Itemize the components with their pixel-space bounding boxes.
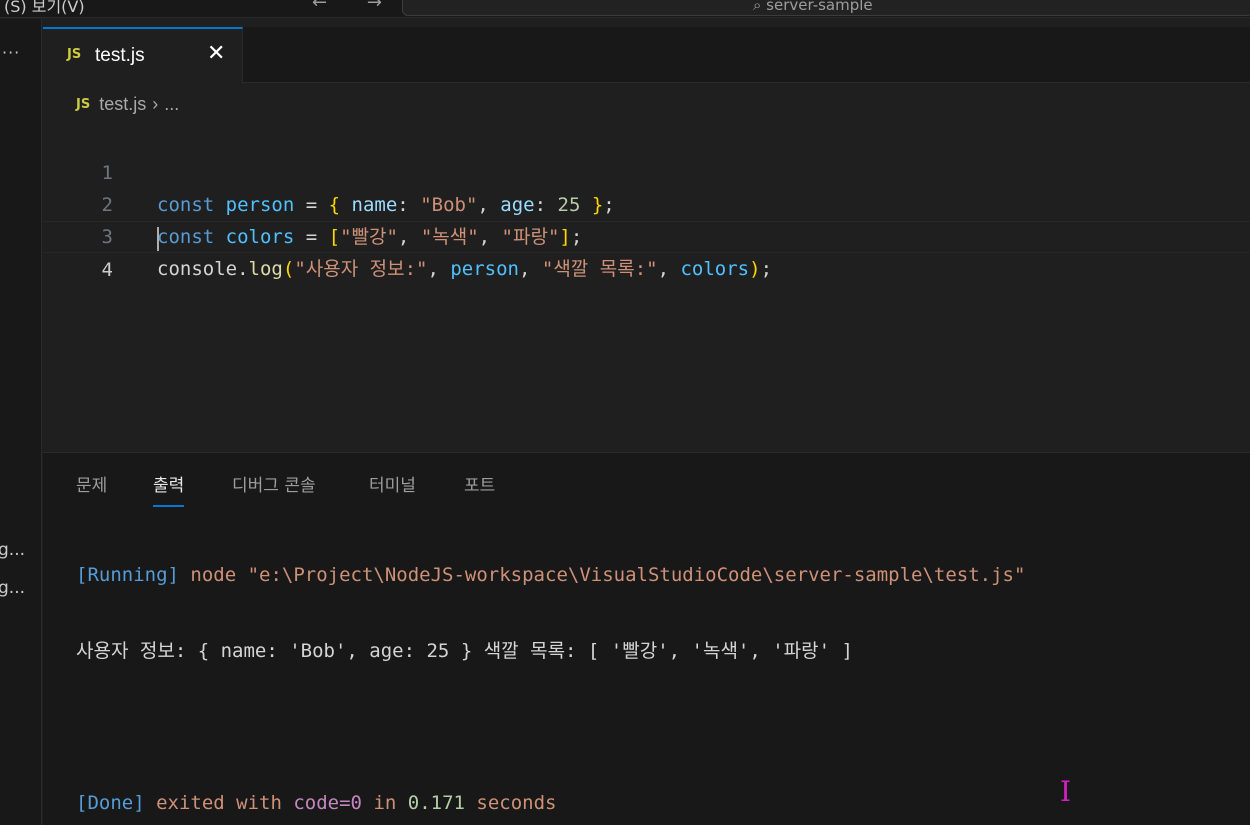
identifier: person [450,258,519,280]
code-editor[interactable]: 1 const person = { name: "Bob", age: 25 … [43,125,1250,281]
tab-ports[interactable]: 포트 [464,471,495,496]
punctuation: , [519,258,542,280]
output-blank-line [76,711,1025,743]
code-line: 1 const person = { name: "Bob", age: 25 … [43,125,1250,216]
output-log[interactable]: [Running] node "e:\Project\NodeJS-worksp… [76,515,1025,825]
tab-terminal[interactable]: 터미널 [369,471,416,496]
code-line-current: 4 [43,221,1250,281]
line-number: 4 [101,259,113,281]
exit-code: code=0 [293,792,362,814]
menu-bar-partial[interactable]: (S) 보기(V) [4,0,85,17]
tab-label: test.js [95,45,145,66]
code-line: 2 const colors = ["빨강", "녹색", "파랑"]; [43,157,1250,248]
text-cursor-icon: I [1060,775,1072,808]
running-command: node "e:\Project\NodeJS-workspace\Visual… [178,564,1026,586]
done-text: exited with [144,792,294,814]
breadcrumb: JS test.js ›... [76,94,179,118]
elapsed-time: 0.171 [407,792,465,814]
tab-output[interactable]: 출력 [153,471,185,507]
done-text: seconds [464,792,557,814]
string: "사용자 정보:" [294,258,428,280]
breadcrumb-symbols[interactable]: ... [164,94,179,114]
javascript-file-icon: JS [76,97,91,112]
done-tag: [Done] [76,792,145,814]
code-text: console.log("사용자 정보:", person, "색깔 목록:",… [157,253,772,285]
editor-tab-bar: JS test.js ✕ [43,27,1250,84]
navigation-arrows: ← → [312,0,416,13]
done-text: in [362,792,408,814]
punctuation: ; [760,258,773,280]
title-bar: (S) 보기(V) ← → ⌕ server-sample [0,0,1250,18]
explorer-sidebar: ··· g... g... [0,19,42,825]
output-line: [Running] node "e:\Project\NodeJS-worksp… [76,559,1025,591]
breadcrumb-file[interactable]: test.js [99,94,146,114]
bottom-panel: 문제 출력 디버그 콘솔 터미널 포트 [Running] node "e:\P… [43,452,1250,825]
javascript-file-icon: JS [67,47,82,62]
command-center[interactable]: ⌕ server-sample [402,0,1250,16]
identifier: console [157,258,238,280]
sidebar-item[interactable]: g... [0,578,25,598]
code-line: 3 console.log("사용자 정보:", person, "색깔 목록:… [43,189,1250,280]
forward-arrow-icon[interactable]: → [367,0,382,13]
editor-area: JS test.js ✕ JS test.js ›... 1 const perso… [43,19,1250,451]
tab-problems[interactable]: 문제 [76,471,107,496]
back-arrow-icon[interactable]: ← [312,0,327,13]
function-name: log [248,258,283,280]
identifier: colors [680,258,750,280]
output-line: [Done] exited with code=0 in 0.171 secon… [76,787,1025,819]
tab-test-js[interactable]: JS test.js ✕ [43,27,243,84]
output-line: 사용자 정보: { name: 'Bob', age: 25 } 색깔 목록: … [76,640,853,662]
bracket: ( [282,258,295,280]
punctuation: . [237,258,249,280]
punctuation: , [427,258,451,280]
tab-debug-console[interactable]: 디버그 콘솔 [232,471,316,496]
string: "색깔 목록:" [541,258,658,280]
punctuation: , [657,258,681,280]
close-icon[interactable]: ✕ [207,41,225,66]
more-actions-icon[interactable]: ··· [2,43,20,62]
running-tag: [Running] [76,564,179,586]
sidebar-item[interactable]: g... [0,540,25,560]
bracket: ) [749,258,761,280]
text-caret [157,227,159,251]
command-center-label: ⌕ server-sample [753,0,873,14]
chevron-right-icon: › [152,94,159,114]
